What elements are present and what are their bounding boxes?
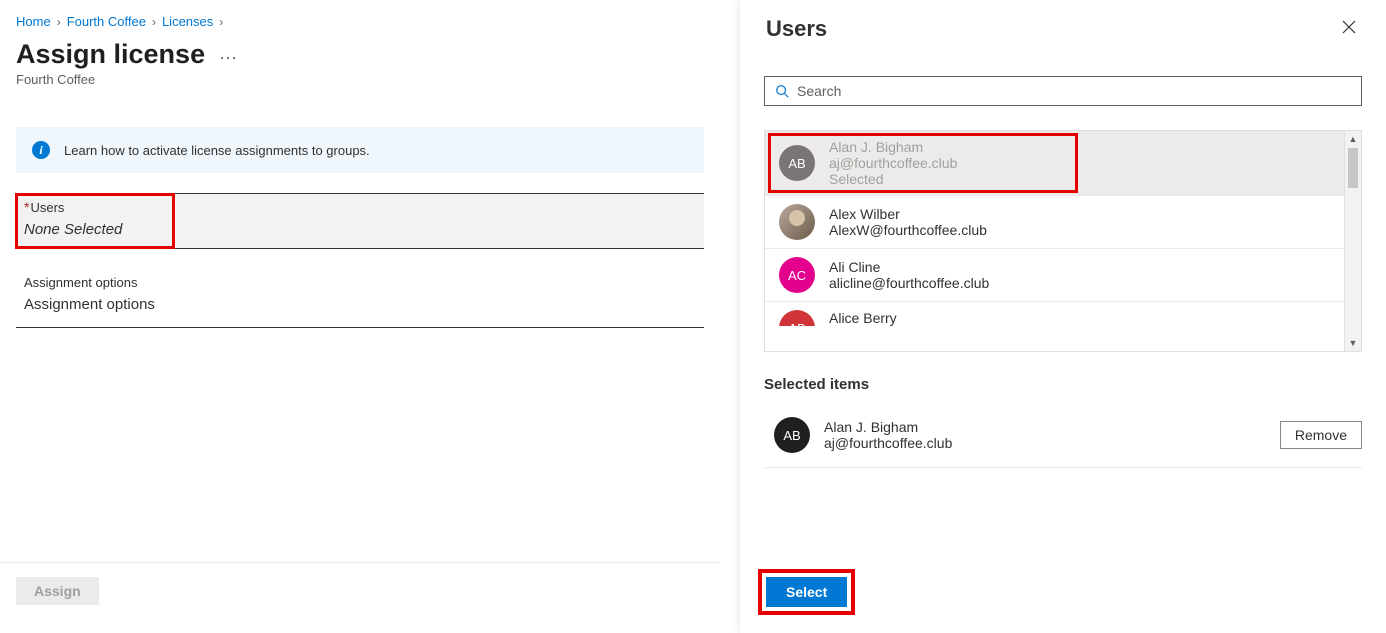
assignment-options-value: Assignment options (24, 296, 696, 313)
user-row[interactable]: AB Alan J. Bigham aj@fourthcoffee.club S… (765, 131, 1344, 196)
user-name: Ali Cline (829, 259, 989, 275)
breadcrumb-home[interactable]: Home (16, 14, 51, 29)
users-section[interactable]: * Users None Selected (16, 193, 704, 249)
user-state: Selected (829, 171, 957, 187)
blade-title: Users (766, 16, 827, 42)
scrollbar[interactable]: ▲ ▼ (1344, 131, 1361, 351)
search-icon (775, 84, 789, 98)
remove-button[interactable]: Remove (1280, 421, 1362, 449)
user-email: alicline@fourthcoffee.club (829, 275, 989, 291)
chevron-right-icon: › (219, 15, 223, 29)
avatar: AB (779, 145, 815, 181)
more-actions-button[interactable]: ··· (219, 41, 237, 68)
avatar: AB (774, 417, 810, 453)
chevron-right-icon: › (57, 15, 61, 29)
breadcrumb-licenses[interactable]: Licenses (162, 14, 213, 29)
assign-license-panel: Home › Fourth Coffee › Licenses › Assign… (0, 0, 720, 633)
scroll-down-icon[interactable]: ▼ (1345, 335, 1361, 351)
search-box[interactable] (764, 76, 1362, 106)
avatar: AC (779, 257, 815, 293)
users-blade: Users AB Alan J. Bigham aj@fourthcoffee.… (740, 0, 1386, 633)
users-section-label: Users (30, 200, 64, 215)
info-banner-text: Learn how to activate license assignment… (64, 143, 370, 158)
users-section-value: None Selected (24, 221, 166, 238)
user-list: AB Alan J. Bigham aj@fourthcoffee.club S… (764, 130, 1362, 352)
user-name: Alan J. Bigham (824, 419, 1266, 435)
assignment-options-label: Assignment options (24, 275, 696, 290)
user-name: Alex Wilber (829, 206, 987, 222)
avatar (779, 204, 815, 240)
user-name: Alice Berry (829, 310, 897, 326)
assignment-options-section[interactable]: Assignment options Assignment options (16, 269, 704, 328)
user-row[interactable]: AB Alice Berry (765, 302, 1344, 326)
breadcrumb-fourth-coffee[interactable]: Fourth Coffee (67, 14, 146, 29)
avatar: AB (779, 310, 815, 326)
user-name: Alan J. Bigham (829, 139, 957, 155)
user-email: aj@fourthcoffee.club (824, 435, 1266, 451)
scroll-up-icon[interactable]: ▲ (1345, 131, 1361, 147)
chevron-right-icon: › (152, 15, 156, 29)
footer-bar: Assign (0, 562, 720, 633)
scroll-thumb[interactable] (1348, 148, 1358, 188)
user-row[interactable]: AC Ali Cline alicline@fourthcoffee.club (765, 249, 1344, 302)
required-star: * (24, 200, 29, 214)
user-email: aj@fourthcoffee.club (829, 155, 957, 171)
selected-item-row: AB Alan J. Bigham aj@fourthcoffee.club R… (764, 405, 1362, 468)
close-button[interactable] (1338, 16, 1360, 42)
user-email: AlexW@fourthcoffee.club (829, 222, 987, 238)
breadcrumb: Home › Fourth Coffee › Licenses › (16, 14, 704, 29)
page-title: Assign license (16, 39, 205, 70)
info-banner[interactable]: i Learn how to activate license assignme… (16, 127, 704, 173)
selected-items-label: Selected items (764, 376, 1362, 393)
close-icon (1342, 20, 1356, 34)
blade-footer: Select (740, 569, 1386, 633)
page-subtitle: Fourth Coffee (16, 72, 704, 87)
search-input[interactable] (797, 83, 1351, 99)
assign-button[interactable]: Assign (16, 577, 99, 605)
select-button[interactable]: Select (766, 577, 847, 607)
info-icon: i (32, 141, 50, 159)
user-row[interactable]: Alex Wilber AlexW@fourthcoffee.club (765, 196, 1344, 249)
